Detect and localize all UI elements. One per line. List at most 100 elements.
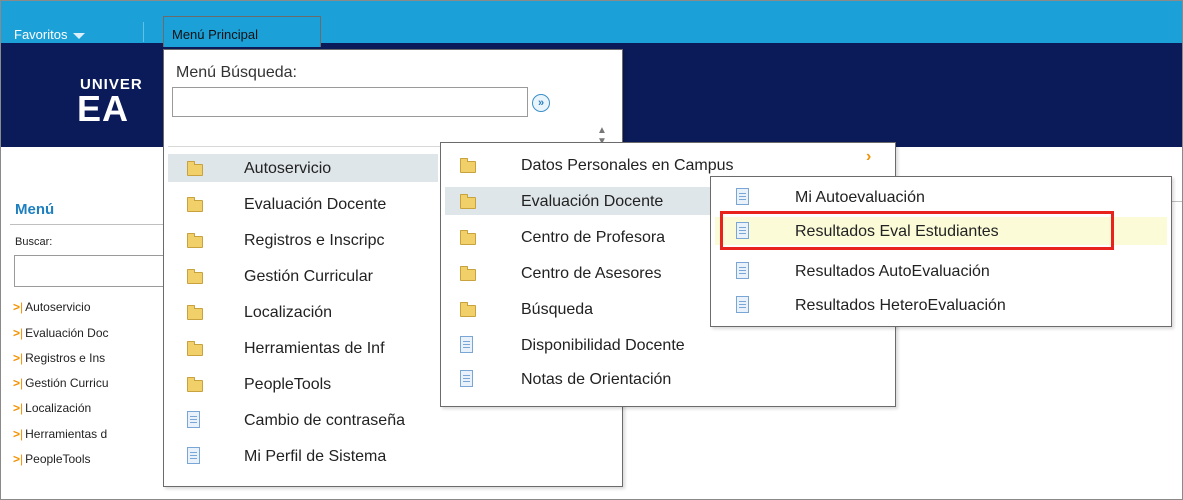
main-menu-tab[interactable]: Menú Principal (163, 16, 321, 47)
folder-icon (184, 302, 203, 320)
menu-item-mi-perfil[interactable]: Mi Perfil de Sistema (168, 442, 618, 470)
menu-item-label: Búsqueda (521, 301, 594, 318)
folder-icon (184, 374, 203, 392)
separator-icon: | (20, 376, 24, 390)
menu-item-gestion-curricular[interactable]: Gestión Curricular (168, 262, 438, 290)
sidebar-item-label: Gestión Curricu (25, 376, 109, 390)
menu-item-label: Resultados AutoEvaluación (795, 263, 990, 280)
page-icon (733, 261, 751, 279)
page-icon (733, 295, 751, 313)
chevron-right-icon: > (13, 401, 21, 415)
page-icon (733, 187, 751, 205)
sidebar-item-label: Registros e Ins (25, 351, 106, 365)
sidebar-item-peopletools[interactable]: >| PeopleTools (13, 452, 91, 466)
menu-item-label: Evaluación Docente (521, 193, 664, 210)
sidebar-item-label: Localización (25, 401, 92, 415)
menu-item-label: Centro de Profesora (521, 229, 666, 246)
folder-icon (184, 194, 203, 212)
menu-item-label: Herramientas de Inf (244, 340, 385, 357)
submenu-item-disponibilidad[interactable]: Disponibilidad Docente (445, 331, 885, 359)
chevron-right-icon: > (13, 452, 21, 466)
separator-icon: | (20, 427, 24, 441)
menu-item-label: Gestión Curricular (244, 268, 373, 285)
submenu-item-evaluacion-docente[interactable]: Evaluación Docente (445, 187, 711, 215)
annotation-highlight-box (720, 211, 1114, 250)
separator-icon: | (20, 326, 24, 340)
menu-item-peopletools[interactable]: PeopleTools (168, 370, 438, 398)
submenu-item-notas-orientacion[interactable]: Notas de Orientación (445, 365, 885, 393)
sidebar-item-label: Autoservicio (25, 300, 91, 314)
menu-item-label: Mi Perfil de Sistema (244, 448, 387, 465)
sidebar-title: Menú (15, 201, 55, 218)
chevron-right-icon: > (13, 300, 21, 314)
menu-item-label: PeopleTools (244, 376, 332, 393)
chevron-right-icon: > (13, 376, 21, 390)
menu-item-label: Datos Personales en Campus (521, 157, 734, 174)
menu-item-registros[interactable]: Registros e Inscripc (168, 226, 438, 254)
menu-search-input[interactable] (172, 87, 528, 117)
folder-icon (457, 191, 476, 209)
sidebar-item-localizacion[interactable]: >| Localización (13, 401, 91, 415)
folder-icon (184, 266, 203, 284)
divider (143, 22, 144, 42)
sidebar-item-label: PeopleTools (25, 452, 91, 466)
menu-item-label: Disponibilidad Docente (521, 337, 685, 354)
folder-icon (184, 158, 203, 176)
submenu-item-mi-autoevaluacion[interactable]: Mi Autoevaluación (715, 183, 1167, 211)
sidebar-item-label: Evaluación Doc (25, 326, 109, 340)
evaluacion-docente-submenu: Mi Autoevaluación Resultados Eval Estudi… (710, 176, 1172, 327)
sidebar-search-input[interactable] (14, 255, 174, 287)
menu-item-label: Notas de Orientación (521, 371, 672, 388)
sidebar-item-label: Herramientas d (25, 427, 108, 441)
folder-icon (184, 338, 203, 356)
main-menu-tab-label: Menú Principal (172, 27, 258, 42)
search-go-button[interactable]: » (532, 94, 550, 112)
menu-item-cambio-contrasena[interactable]: Cambio de contraseña (168, 406, 618, 434)
folder-icon (457, 227, 476, 245)
folder-icon (457, 155, 476, 173)
favorites-label: Favoritos (14, 27, 68, 42)
sidebar-item-gestion[interactable]: >| Gestión Curricu (13, 376, 109, 390)
separator-icon: | (20, 401, 24, 415)
chevron-right-icon: › (866, 148, 872, 165)
chevron-right-icon: > (13, 427, 21, 441)
menu-item-evaluacion-docente[interactable]: Evaluación Docente (168, 190, 438, 218)
menu-item-label: Autoservicio (244, 160, 332, 177)
submenu-item-resultados-autoevaluacion[interactable]: Resultados AutoEvaluación (715, 257, 1167, 285)
sidebar-item-autoservicio[interactable]: >| Autoservicio (13, 300, 91, 314)
page-icon (184, 410, 202, 428)
logo-line2: EA (77, 88, 130, 129)
menu-search-label: Menú Búsqueda: (176, 64, 297, 81)
submenu-item-datos-personales[interactable]: Datos Personales en Campus (445, 151, 885, 179)
folder-icon (457, 299, 476, 317)
sidebar-item-herramientas[interactable]: >| Herramientas d (13, 427, 107, 441)
folder-icon (457, 263, 476, 281)
separator-icon: | (20, 452, 24, 466)
favorites-menu[interactable]: Favoritos (14, 27, 86, 42)
submenu-item-centro-asesores[interactable]: Centro de Asesores (445, 259, 711, 287)
page-icon (457, 335, 475, 353)
separator-icon: | (20, 351, 24, 365)
chevron-down-icon (73, 32, 86, 39)
menu-item-label: Evaluación Docente (244, 196, 387, 213)
submenu-item-centro-profesorado[interactable]: Centro de Profesora (445, 223, 711, 251)
menu-item-label: Mi Autoevaluación (795, 189, 925, 206)
chevron-right-icon: > (13, 351, 21, 365)
menu-item-herramientas[interactable]: Herramientas de Inf (168, 334, 438, 362)
submenu-item-resultados-heteroevaluacion[interactable]: Resultados HeteroEvaluación (715, 291, 1167, 319)
chevron-right-icon: > (13, 326, 21, 340)
divider (10, 224, 170, 225)
menu-item-label: Centro de Asesores (521, 265, 662, 282)
menu-item-label: Resultados HeteroEvaluación (795, 297, 1006, 314)
menu-item-localizacion[interactable]: Localización (168, 298, 438, 326)
folder-icon (184, 230, 203, 248)
sidebar-item-registros[interactable]: >| Registros e Ins (13, 351, 105, 365)
page-icon (184, 446, 202, 464)
menu-item-label: Localización (244, 304, 333, 321)
menu-item-label: Cambio de contraseña (244, 412, 405, 429)
sidebar-search-label: Buscar: (15, 236, 53, 248)
menu-item-label: Registros e Inscripc (244, 232, 385, 249)
page-icon (457, 369, 475, 387)
sidebar-item-evaluacion[interactable]: >| Evaluación Doc (13, 326, 109, 340)
menu-item-autoservicio[interactable]: Autoservicio (168, 154, 438, 182)
